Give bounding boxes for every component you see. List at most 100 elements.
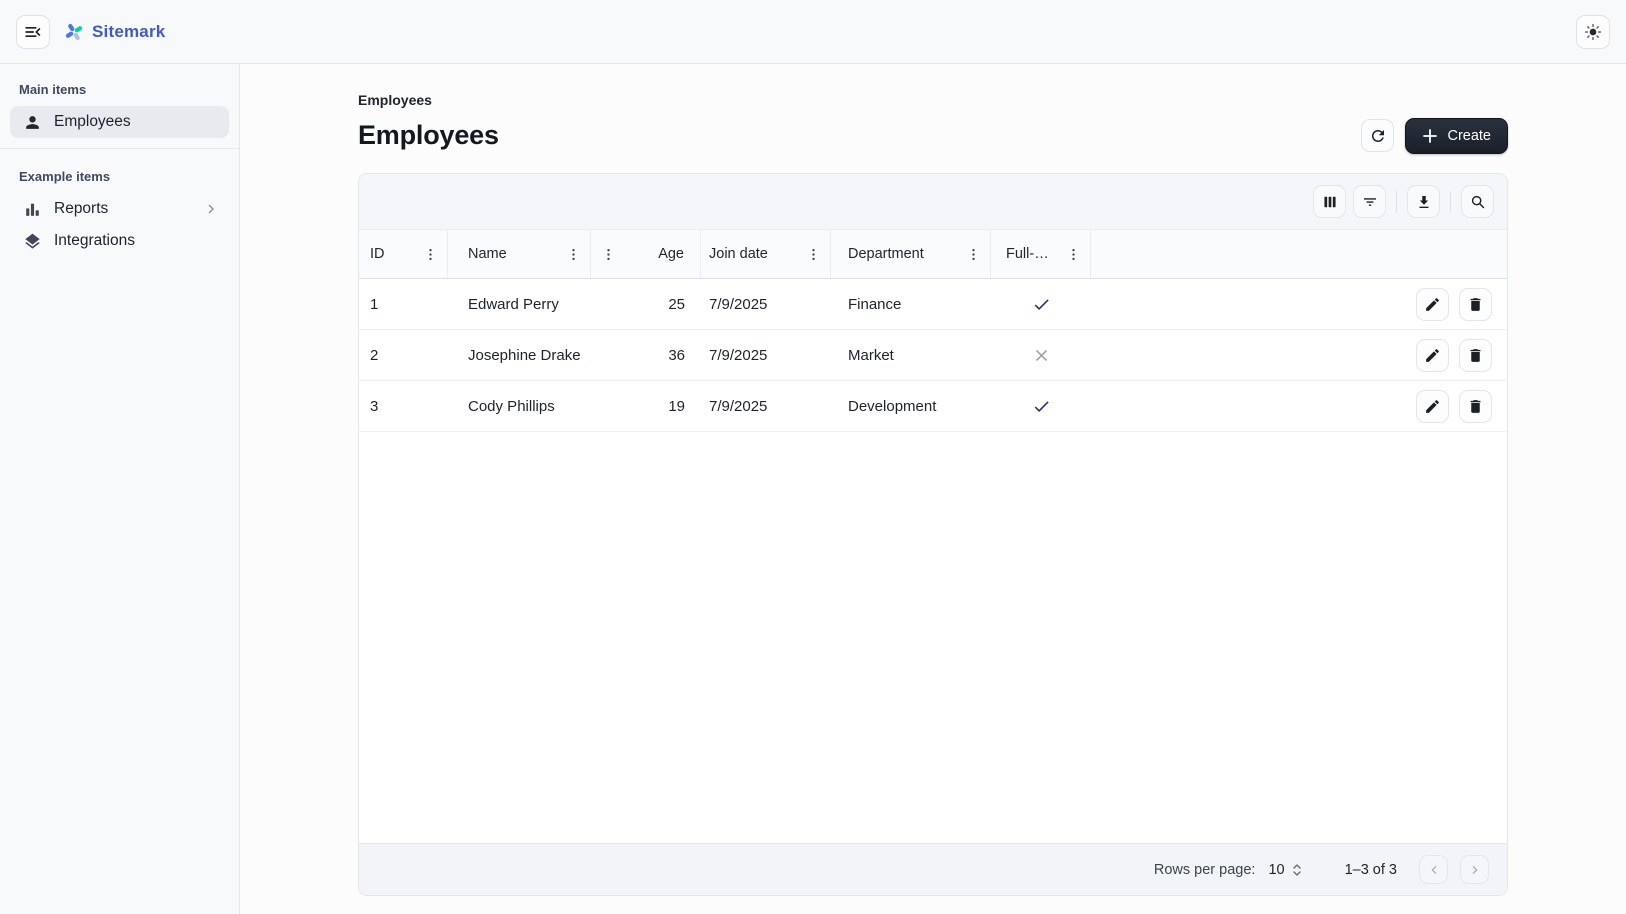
cell-department: Development	[831, 381, 991, 431]
column-menu-icon[interactable]	[423, 247, 438, 262]
table-row[interactable]: 1 Edward Perry 25 7/9/2025 Finance	[359, 279, 1507, 330]
chevron-right-icon	[203, 201, 219, 217]
next-page-button[interactable]	[1460, 855, 1489, 884]
cell-department: Market	[831, 330, 991, 380]
column-menu-icon[interactable]	[566, 247, 581, 262]
page-actions: Create	[1361, 118, 1508, 154]
trash-icon	[1467, 347, 1484, 364]
sidebar-section-examples: Example items Reports Inte	[0, 169, 239, 267]
search-button[interactable]	[1461, 185, 1494, 218]
sidebar-item-label: Integrations	[54, 232, 135, 250]
check-icon	[1032, 397, 1051, 416]
data-grid: ID Name A	[358, 173, 1508, 896]
sidebar-section-header: Main items	[19, 82, 220, 97]
column-header-label: Age	[658, 246, 700, 262]
column-header-name[interactable]: Name	[448, 230, 591, 278]
create-button-label: Create	[1447, 128, 1491, 144]
pencil-icon	[1424, 347, 1441, 364]
delete-button[interactable]	[1459, 339, 1492, 372]
theme-toggle-button[interactable]	[1576, 15, 1610, 49]
column-header-label: Full-…	[991, 246, 1049, 262]
column-header-department[interactable]: Department	[831, 230, 991, 278]
sidebar-item-label: Employees	[54, 113, 131, 131]
column-header-actions	[1091, 230, 1507, 278]
cell-full-time	[991, 279, 1091, 329]
bar-chart-icon	[23, 200, 42, 219]
columns-icon	[1321, 193, 1339, 211]
column-menu-icon[interactable]	[1066, 247, 1081, 262]
download-button[interactable]	[1407, 185, 1440, 218]
chevron-right-icon	[1467, 862, 1483, 878]
columns-button[interactable]	[1313, 185, 1346, 218]
grid-header-row: ID Name A	[359, 230, 1507, 279]
edit-button[interactable]	[1416, 288, 1449, 321]
column-header-join-date[interactable]: Join date	[701, 230, 831, 278]
pagination-range-label: 1–3 of 3	[1345, 862, 1397, 878]
cell-id: 1	[359, 279, 448, 329]
rows-per-page-value[interactable]: 10	[1268, 862, 1284, 878]
cell-age: 25	[591, 279, 701, 329]
rows-per-page-stepper[interactable]	[1291, 861, 1303, 879]
grid-toolbar	[359, 174, 1507, 230]
refresh-icon	[1369, 127, 1387, 145]
sidebar-item-integrations[interactable]: Integrations	[10, 225, 229, 257]
brand-logo[interactable]: Sitemark	[63, 21, 165, 43]
filter-button[interactable]	[1353, 185, 1386, 218]
grid-empty-area	[359, 432, 1507, 843]
delete-button[interactable]	[1459, 390, 1492, 423]
cell-name: Josephine Drake	[448, 330, 591, 380]
cell-actions	[1091, 279, 1507, 329]
toolbar-divider	[1450, 191, 1451, 213]
cell-join-date: 7/9/2025	[701, 381, 831, 431]
table-row[interactable]: 2 Josephine Drake 36 7/9/2025 Market	[359, 330, 1507, 381]
layers-icon	[23, 232, 42, 251]
previous-page-button[interactable]	[1419, 855, 1448, 884]
search-icon	[1469, 193, 1487, 211]
create-button[interactable]: Create	[1405, 118, 1508, 154]
brand-name: Sitemark	[92, 22, 165, 42]
page-title: Employees	[358, 120, 499, 151]
person-icon	[23, 113, 42, 132]
edit-button[interactable]	[1416, 390, 1449, 423]
column-header-age[interactable]: Age	[591, 230, 701, 278]
cell-join-date: 7/9/2025	[701, 279, 831, 329]
sitemark-logo-icon	[63, 21, 85, 43]
plus-icon	[1422, 128, 1438, 144]
column-menu-icon[interactable]	[966, 247, 981, 262]
column-header-id[interactable]: ID	[359, 230, 448, 278]
cell-age: 19	[591, 381, 701, 431]
trash-icon	[1467, 296, 1484, 313]
column-header-label: Name	[448, 246, 507, 262]
cell-join-date: 7/9/2025	[701, 330, 831, 380]
column-menu-icon[interactable]	[601, 247, 616, 262]
check-icon	[1032, 295, 1051, 314]
grid-footer: Rows per page: 10 1–3 of 3	[359, 843, 1507, 895]
main-content: Employees Employees Create	[240, 64, 1626, 914]
pencil-icon	[1424, 296, 1441, 313]
sidebar-item-employees[interactable]: Employees	[10, 106, 229, 138]
edit-button[interactable]	[1416, 339, 1449, 372]
cell-full-time	[991, 381, 1091, 431]
sidebar-item-label: Reports	[54, 200, 108, 218]
cell-name: Cody Phillips	[448, 381, 591, 431]
chevron-left-icon	[1426, 862, 1442, 878]
cell-id: 2	[359, 330, 448, 380]
sidebar: Main items Employees Example items Repo	[0, 64, 240, 914]
top-app-bar: Sitemark	[0, 0, 1626, 64]
table-row[interactable]: 3 Cody Phillips 19 7/9/2025 Development	[359, 381, 1507, 432]
sidebar-section-main: Main items Employees	[0, 82, 239, 149]
refresh-button[interactable]	[1361, 119, 1394, 152]
column-header-label: ID	[359, 246, 385, 262]
cell-full-time	[991, 330, 1091, 380]
cell-actions	[1091, 381, 1507, 431]
delete-button[interactable]	[1459, 288, 1492, 321]
cell-age: 36	[591, 330, 701, 380]
filter-icon	[1361, 193, 1379, 211]
column-header-label: Department	[831, 246, 924, 262]
sidebar-item-reports[interactable]: Reports	[10, 193, 229, 225]
sidebar-collapse-button[interactable]	[16, 15, 50, 49]
trash-icon	[1467, 398, 1484, 415]
column-menu-icon[interactable]	[806, 247, 821, 262]
sun-icon	[1583, 22, 1603, 42]
column-header-full-time[interactable]: Full-…	[991, 230, 1091, 278]
